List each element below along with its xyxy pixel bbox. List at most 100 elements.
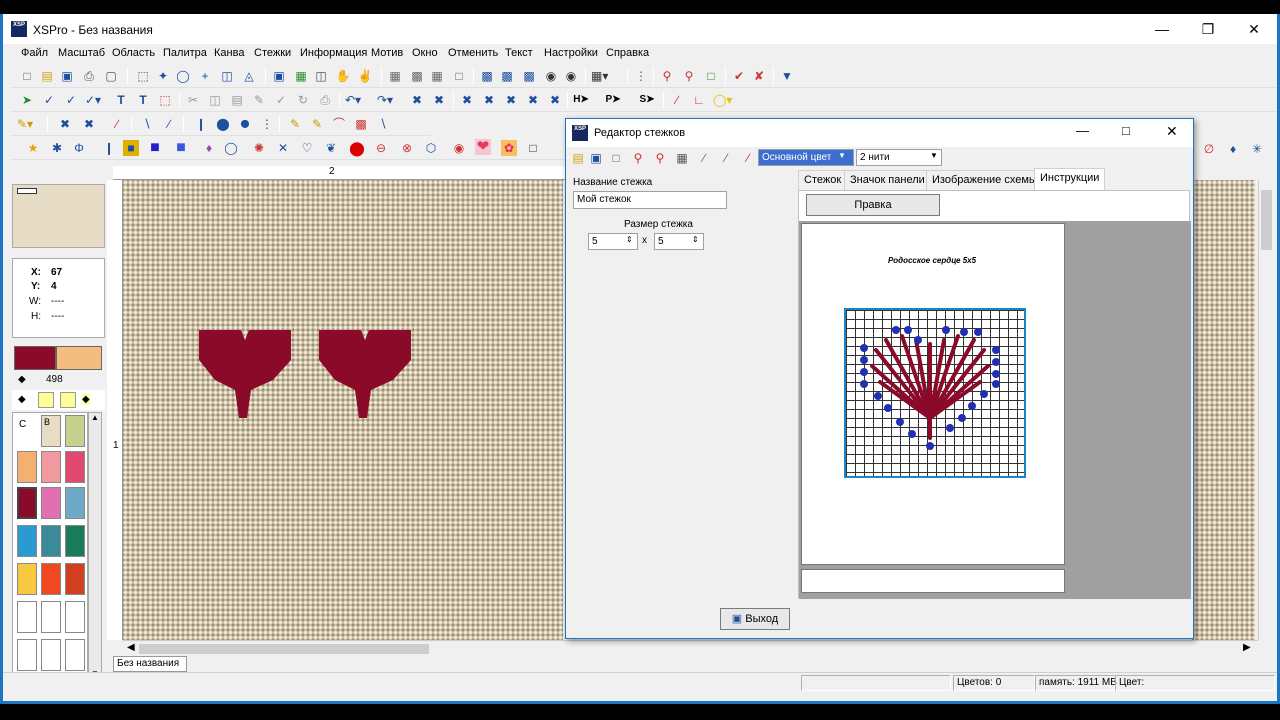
menu-undo[interactable]: Отменить [448, 47, 498, 59]
palette-swatch[interactable] [17, 525, 37, 557]
grid-dropdown-icon[interactable]: ▦▾ [591, 68, 608, 84]
vertical-scroll-thumb[interactable] [1261, 190, 1272, 250]
menu-help[interactable]: Справка [606, 47, 649, 59]
s-stitch-icon[interactable]: S➤ [639, 92, 655, 108]
dlg-zoom-in-icon[interactable]: ⚲ [630, 150, 646, 166]
open-folder-icon[interactable]: ▤ [39, 68, 55, 84]
cross-select-icon[interactable]: + [197, 68, 213, 84]
view-3-icon[interactable]: ▩ [521, 68, 537, 84]
sun-stitch-icon[interactable]: ✳ [1249, 141, 1265, 157]
palette-swatch[interactable] [17, 563, 37, 595]
pen-2-icon[interactable]: ✎ [309, 116, 325, 132]
backstitch-2-icon[interactable]: ∕ [161, 116, 177, 132]
circle-tool-icon[interactable]: ◯▾ [713, 92, 732, 108]
empty-square-icon[interactable]: □ [525, 140, 541, 156]
print-preview-icon[interactable]: ▢ [103, 68, 119, 84]
palette-swatch-empty[interactable] [17, 601, 37, 633]
cross-circle-icon[interactable]: ⊗ [399, 140, 415, 156]
menu-motif[interactable]: Мотив [371, 47, 403, 59]
phi-stitch-icon[interactable]: Φ [71, 140, 87, 156]
palette-swatch-empty[interactable] [41, 639, 61, 671]
hexagon-stitch-icon[interactable]: ⬡ [423, 140, 439, 156]
palette-swatch[interactable] [41, 487, 61, 519]
view-1-icon[interactable]: ▩ [479, 68, 495, 84]
square-blue-icon[interactable]: ■ [147, 140, 163, 156]
palette-swatch[interactable] [17, 451, 37, 483]
new-file-icon[interactable]: □ [19, 68, 35, 84]
bead-1-icon[interactable]: ❙ [193, 116, 209, 132]
primary-color-swatch[interactable] [14, 346, 56, 370]
scroll-right-icon[interactable]: ▶ [1243, 642, 1251, 653]
menu-canvas[interactable]: Канва [214, 47, 244, 59]
zoom-in-icon[interactable]: ⚲ [659, 68, 675, 84]
palette-swatch[interactable] [65, 563, 85, 595]
view-5-icon[interactable]: ◉ [563, 68, 579, 84]
print-area-icon[interactable]: ⎙ [317, 92, 333, 108]
horizontal-scroll-thumb[interactable] [139, 644, 429, 654]
palette-swatch[interactable] [41, 451, 61, 483]
menu-palette[interactable]: Палитра [163, 47, 207, 59]
palette-swatch[interactable] [41, 525, 61, 557]
rect-select-icon[interactable]: ⬚ [135, 68, 151, 84]
palette-swatch-empty[interactable] [41, 601, 61, 633]
stitch-name-input[interactable]: Мой стежок [573, 191, 727, 209]
print-icon[interactable]: ⎙ [81, 68, 97, 84]
stitch-tool-2-icon[interactable]: ✖ [431, 92, 447, 108]
palette-swatch-selected[interactable] [17, 487, 37, 519]
dlg-open-icon[interactable]: ▤ [570, 150, 586, 166]
cross-tool-5-icon[interactable]: ✖ [547, 92, 563, 108]
palette-scrollbar[interactable]: ▲ ▼ [88, 412, 102, 680]
half-cross-icon[interactable]: ✖ [81, 116, 97, 132]
width-spinner-arrows-icon[interactable]: ⇕ [626, 235, 633, 244]
palette-swatch-empty[interactable] [65, 639, 85, 671]
heart-outline-icon[interactable]: ♡ [299, 140, 315, 156]
red-dot-icon[interactable]: ⬤ [349, 140, 365, 156]
dlg-zoom-out-icon[interactable]: ⚲ [652, 150, 668, 166]
menu-information[interactable]: Информация [300, 47, 367, 59]
scroll-left-icon[interactable]: ◀ [127, 642, 135, 653]
palette-swatch[interactable] [41, 563, 61, 595]
palette-swatch-empty[interactable] [17, 639, 37, 671]
copy-area-icon[interactable]: ◫ [219, 68, 235, 84]
arrow-tool-icon[interactable]: ➤ [19, 92, 35, 108]
pencil-tool-icon[interactable]: ✎▾ [17, 116, 33, 132]
dlg-new-icon[interactable]: □ [608, 150, 624, 166]
square-yellow-icon[interactable]: ■ [123, 140, 139, 156]
snowflake-stitch-icon[interactable]: ✱ [49, 140, 65, 156]
grid-2-icon[interactable]: ▩ [409, 68, 425, 84]
dialog-minimize-button[interactable]: — [1076, 123, 1089, 138]
title-bar[interactable]: XSP XSPro - Без названия — ❐ ✕ [3, 14, 1277, 44]
menu-file[interactable]: Файл [21, 47, 48, 59]
needle-dropdown-icon[interactable]: ✓▾ [85, 92, 101, 108]
palette-swatch[interactable] [65, 415, 85, 447]
needle-icon[interactable]: ⋮ [633, 68, 649, 84]
zoom-fit-icon[interactable]: □ [703, 68, 719, 84]
dlg-line-2-icon[interactable]: ∕ [718, 150, 734, 166]
filter-icon[interactable]: ▼ [779, 68, 795, 84]
paste-special-icon[interactable]: ✎ [251, 92, 267, 108]
quarter-cross-icon[interactable]: ∕ [109, 116, 125, 132]
canvas-horizontal-scrollbar[interactable]: ◀ ▶ [123, 640, 1258, 656]
menu-text[interactable]: Текст [505, 47, 533, 59]
view-2-icon[interactable]: ▩ [499, 68, 515, 84]
star-stitch-icon[interactable]: ★ [25, 140, 41, 156]
symbol-4-icon[interactable]: ◆ [82, 394, 90, 405]
minimize-button[interactable]: — [1139, 14, 1185, 44]
monitor-icon[interactable]: ▣ [271, 68, 287, 84]
diamond-stitch-icon[interactable]: ♦ [1225, 141, 1241, 157]
dlg-line-1-icon[interactable]: ∕ [696, 150, 712, 166]
palette-swatch[interactable]: B [41, 415, 61, 447]
bar-stitch-icon[interactable]: ❙ [101, 140, 117, 156]
copy-icon[interactable]: ◫ [207, 92, 223, 108]
grid-off-icon[interactable]: □ [451, 68, 467, 84]
curve-tool-icon[interactable]: ∟ [691, 92, 707, 108]
dlg-grid-icon[interactable]: ▦ [674, 150, 690, 166]
canvas-area[interactable] [123, 180, 563, 640]
menu-stitches[interactable]: Стежки [254, 47, 291, 59]
tab-stitch[interactable]: Стежок [798, 170, 848, 190]
tab-panel-icon[interactable]: Значок панели [844, 170, 931, 190]
menu-settings[interactable]: Настройки [544, 47, 598, 59]
menu-scale[interactable]: Масштаб [58, 47, 105, 59]
flip-icon[interactable]: ✓ [273, 92, 289, 108]
edit-button[interactable]: Правка [806, 194, 940, 216]
